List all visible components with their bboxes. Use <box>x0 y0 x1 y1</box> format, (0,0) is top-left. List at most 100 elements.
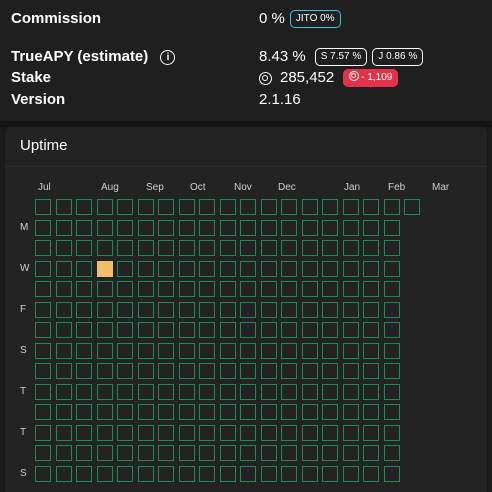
uptime-cell[interactable] <box>301 342 318 359</box>
uptime-cell[interactable] <box>322 342 338 359</box>
uptime-cell[interactable] <box>158 322 174 338</box>
uptime-cell[interactable] <box>55 322 72 338</box>
uptime-cell[interactable] <box>76 240 92 256</box>
uptime-cell[interactable] <box>199 342 215 359</box>
uptime-cell[interactable] <box>301 240 318 256</box>
uptime-cell[interactable] <box>199 260 215 277</box>
uptime-cell[interactable] <box>96 383 113 400</box>
uptime-cell[interactable] <box>35 281 51 297</box>
uptime-cell[interactable] <box>55 260 72 277</box>
uptime-cell[interactable] <box>281 219 297 236</box>
uptime-cell[interactable] <box>96 404 113 420</box>
uptime-cell[interactable] <box>35 301 51 318</box>
uptime-cell[interactable] <box>55 465 72 482</box>
uptime-cell[interactable] <box>301 260 318 277</box>
uptime-cell[interactable] <box>281 281 297 297</box>
uptime-cell[interactable] <box>199 363 215 379</box>
uptime-cell[interactable] <box>363 199 379 215</box>
uptime-cell[interactable] <box>301 383 318 400</box>
uptime-cell[interactable] <box>137 240 154 256</box>
uptime-cell[interactable] <box>35 260 51 277</box>
uptime-cell[interactable] <box>281 424 297 441</box>
uptime-cell[interactable] <box>383 301 400 318</box>
uptime-cell[interactable] <box>117 240 133 256</box>
uptime-cell[interactable] <box>117 281 133 297</box>
uptime-cell[interactable] <box>55 342 72 359</box>
uptime-cell[interactable] <box>260 383 277 400</box>
uptime-cell[interactable] <box>55 424 72 441</box>
uptime-cell[interactable] <box>76 424 92 441</box>
uptime-cell[interactable] <box>363 240 379 256</box>
uptime-cell[interactable] <box>117 199 133 215</box>
uptime-cell[interactable] <box>55 281 72 297</box>
uptime-cell[interactable] <box>219 301 236 318</box>
uptime-cell[interactable] <box>363 445 379 461</box>
uptime-cell[interactable] <box>199 445 215 461</box>
uptime-cell[interactable] <box>137 301 154 318</box>
uptime-cell[interactable] <box>199 301 215 318</box>
uptime-cell[interactable] <box>260 342 277 359</box>
uptime-cell[interactable] <box>281 363 297 379</box>
uptime-cell[interactable] <box>96 301 113 318</box>
uptime-cell[interactable] <box>281 301 297 318</box>
uptime-cell[interactable] <box>178 240 195 256</box>
uptime-cell[interactable] <box>178 301 195 318</box>
uptime-cell[interactable] <box>137 322 154 338</box>
uptime-cell[interactable] <box>342 240 359 256</box>
uptime-cell[interactable] <box>117 342 133 359</box>
uptime-cell[interactable] <box>137 465 154 482</box>
uptime-cell[interactable] <box>117 260 133 277</box>
uptime-cell[interactable] <box>35 342 51 359</box>
uptime-cell[interactable] <box>137 199 154 215</box>
uptime-cell[interactable] <box>178 383 195 400</box>
uptime-cell[interactable] <box>96 199 113 215</box>
uptime-cell[interactable] <box>55 301 72 318</box>
uptime-cell[interactable] <box>137 219 154 236</box>
uptime-cell[interactable] <box>301 301 318 318</box>
uptime-cell[interactable] <box>219 342 236 359</box>
uptime-cell[interactable] <box>281 465 297 482</box>
uptime-cell[interactable] <box>219 383 236 400</box>
uptime-cell[interactable] <box>158 240 174 256</box>
uptime-cell[interactable] <box>35 199 51 215</box>
uptime-cell[interactable] <box>219 281 236 297</box>
uptime-cell[interactable] <box>76 219 92 236</box>
uptime-cell[interactable] <box>76 342 92 359</box>
uptime-cell[interactable] <box>158 199 174 215</box>
uptime-cell[interactable] <box>76 281 92 297</box>
uptime-cell[interactable] <box>363 260 379 277</box>
uptime-cell[interactable] <box>240 322 256 338</box>
uptime-cell[interactable] <box>363 301 379 318</box>
uptime-cell[interactable] <box>178 424 195 441</box>
uptime-cell[interactable] <box>76 260 92 277</box>
uptime-cell[interactable] <box>342 383 359 400</box>
uptime-cell[interactable] <box>76 322 92 338</box>
uptime-cell[interactable] <box>342 465 359 482</box>
uptime-cell[interactable] <box>383 281 400 297</box>
uptime-cell[interactable] <box>137 260 154 277</box>
uptime-cell[interactable] <box>35 240 51 256</box>
uptime-cell[interactable] <box>96 342 113 359</box>
uptime-cell[interactable] <box>240 363 256 379</box>
uptime-cell[interactable] <box>158 445 174 461</box>
uptime-cell[interactable] <box>342 445 359 461</box>
uptime-cell[interactable] <box>55 404 72 420</box>
uptime-cell[interactable] <box>383 363 400 379</box>
uptime-cell[interactable] <box>158 424 174 441</box>
uptime-cell[interactable] <box>199 404 215 420</box>
uptime-cell[interactable] <box>199 281 215 297</box>
uptime-cell[interactable] <box>322 445 338 461</box>
uptime-cell[interactable] <box>240 219 256 236</box>
uptime-cell[interactable] <box>219 199 236 215</box>
uptime-cell[interactable] <box>35 322 51 338</box>
uptime-cell[interactable] <box>322 465 338 482</box>
uptime-cell[interactable] <box>260 260 277 277</box>
info-icon[interactable]: i <box>160 49 176 65</box>
uptime-cell[interactable] <box>363 383 379 400</box>
uptime-cell[interactable] <box>158 260 174 277</box>
uptime-cell[interactable] <box>383 424 400 441</box>
uptime-cell[interactable] <box>35 219 51 236</box>
uptime-cell[interactable] <box>301 445 318 461</box>
uptime-cell[interactable] <box>240 260 256 277</box>
uptime-cell[interactable] <box>137 383 154 400</box>
